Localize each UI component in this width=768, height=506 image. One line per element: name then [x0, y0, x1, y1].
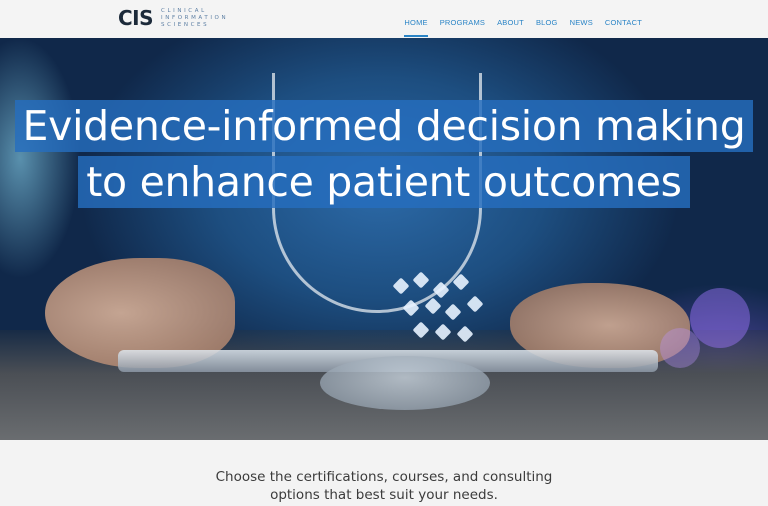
- logo-mark: CIS: [118, 6, 154, 30]
- nav-blog[interactable]: BLOG: [536, 18, 558, 27]
- logo-wordmark: CLINICAL INFORMATION SCIENCES: [161, 8, 228, 29]
- bokeh-light: [660, 328, 700, 368]
- nav-contact[interactable]: CONTACT: [605, 18, 642, 27]
- tagline-line-1: Choose the certifications, courses, and …: [215, 469, 553, 485]
- logo-line-sciences: SCIENCES: [161, 21, 210, 28]
- main-nav: HOME PROGRAMS ABOUT BLOG NEWS CONTACT: [392, 18, 642, 37]
- hero-headline: Evidence-informed decision making to enh…: [0, 100, 768, 208]
- hero-headline-line-2: to enhance patient outcomes: [78, 156, 690, 208]
- globe-hologram-graphic: [320, 356, 490, 410]
- hexagon-network-graphic: [385, 270, 495, 360]
- hero-headline-line-1: Evidence-informed decision making: [14, 100, 754, 152]
- site-header: CIS CLINICAL INFORMATION SCIENCES HOME P…: [0, 0, 768, 38]
- tagline-line-2: options that best suit your needs.: [270, 487, 498, 503]
- nav-about[interactable]: ABOUT: [497, 18, 524, 27]
- logo-line-information: INFORMATION: [161, 14, 229, 21]
- hero-banner: Evidence-informed decision making to enh…: [0, 38, 768, 440]
- site-logo[interactable]: CIS CLINICAL INFORMATION SCIENCES: [118, 7, 228, 29]
- bokeh-light: [690, 288, 750, 348]
- nav-news[interactable]: NEWS: [570, 18, 593, 27]
- nav-programs[interactable]: PROGRAMS: [440, 18, 485, 27]
- intro-tagline: Choose the certifications, courses, and …: [0, 468, 768, 504]
- nav-home[interactable]: HOME: [404, 18, 429, 37]
- logo-line-clinical: CLINICAL: [161, 7, 207, 14]
